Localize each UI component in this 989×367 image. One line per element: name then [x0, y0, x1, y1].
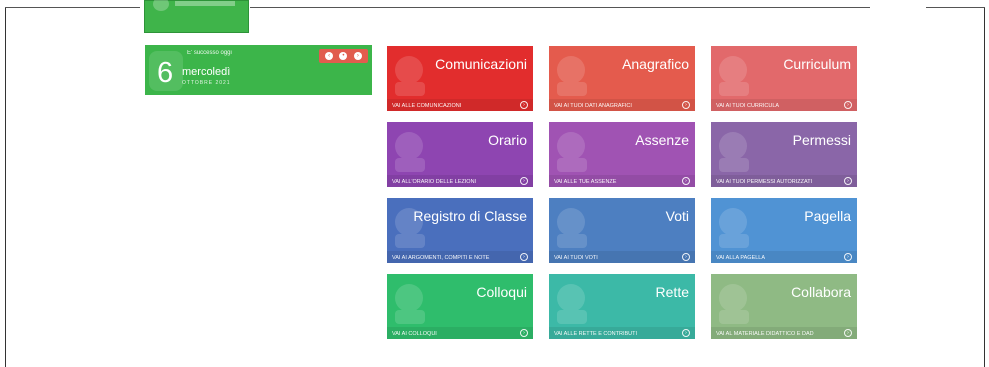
arrow-right-icon[interactable]: ›	[682, 253, 690, 261]
tile-title: Colloqui	[476, 284, 527, 300]
day-number: 6	[157, 57, 174, 89]
date-nav: ‹ • ›	[319, 49, 368, 63]
tile-link[interactable]: VAI ALLE COMUNICAZIONI	[392, 103, 461, 109]
tile-title: Voti	[665, 208, 689, 224]
tile-title: Collabora	[791, 284, 851, 300]
tile-link[interactable]: VAI AL MATERIALE DIDATTICO E DAD	[716, 331, 814, 337]
weekday-label: mercoledì	[182, 66, 231, 78]
prev-day-button[interactable]: ‹	[325, 52, 334, 60]
arrow-right-icon[interactable]: ›	[844, 253, 852, 261]
tile-curriculum[interactable]: Curriculum VAI AI TUOI CURRICULA ›	[711, 46, 857, 111]
tile-assenze[interactable]: Assenze VAI ALLE TUE ASSENZE ›	[549, 122, 695, 187]
chat-icon	[391, 280, 439, 326]
arrow-right-icon[interactable]: ›	[682, 329, 690, 337]
arrow-right-icon[interactable]: ›	[682, 177, 690, 185]
today-button[interactable]: •	[339, 52, 348, 60]
tile-link[interactable]: VAI AI TUOI DATI ANAGRAFICI	[554, 103, 632, 109]
tile-pagella[interactable]: Pagella VAI ALLA PAGELLA ›	[711, 198, 857, 263]
top-green-banner[interactable]	[144, 0, 249, 33]
arrow-right-icon[interactable]: ›	[844, 329, 852, 337]
megaphone-icon	[391, 52, 439, 98]
right-border	[984, 7, 985, 367]
coins-icon	[553, 280, 601, 326]
top-rule-right	[926, 7, 985, 8]
tile-comunicazioni[interactable]: Comunicazioni VAI ALLE COMUNICAZIONI ›	[387, 46, 533, 111]
tile-title: Anagrafico	[622, 56, 689, 72]
clock-icon	[391, 128, 439, 174]
permit-icon	[715, 128, 763, 174]
next-day-button[interactable]: ›	[353, 52, 362, 60]
list-icon	[715, 52, 763, 98]
tile-registro-di-classe[interactable]: Registro di Classe VAI AI ARGOMENTI, COMP…	[387, 198, 533, 263]
tile-rette[interactable]: Rette VAI ALLE RETTE E CONTRIBUTI ›	[549, 274, 695, 339]
tile-link[interactable]: VAI ALLE RETTE E CONTRIBUTI	[554, 331, 637, 337]
tile-link[interactable]: VAI ALLE TUE ASSENZE	[554, 179, 616, 185]
tile-link[interactable]: VAI ALL'ORARIO DELLE LEZIONI	[392, 179, 476, 185]
tile-colloqui[interactable]: Colloqui VAI AI COLLOQUI ›	[387, 274, 533, 339]
absence-icon	[553, 128, 601, 174]
arrow-right-icon[interactable]: ›	[520, 101, 528, 109]
top-rule-left	[5, 7, 140, 8]
left-border	[5, 7, 6, 367]
tile-title: Assenze	[635, 132, 689, 148]
tile-link[interactable]: VAI AI TUOI VOTI	[554, 255, 598, 261]
arrow-right-icon[interactable]: ›	[682, 101, 690, 109]
document-icon	[715, 204, 763, 250]
tile-permessi[interactable]: Permessi VAI AI TUOI PERMESSI AUTORIZZATI…	[711, 122, 857, 187]
tile-title: Registro di Classe	[413, 208, 527, 224]
tile-link[interactable]: VAI ALLA PAGELLA	[716, 255, 765, 261]
tile-title: Permessi	[792, 132, 851, 148]
tile-voti[interactable]: Voti VAI AI TUOI VOTI ›	[549, 198, 695, 263]
tile-collabora[interactable]: Collabora VAI AL MATERIALE DIDATTICO E DA…	[711, 274, 857, 339]
arrow-right-icon[interactable]: ›	[520, 253, 528, 261]
arrow-right-icon[interactable]: ›	[520, 177, 528, 185]
today-caption: E' successo oggi	[187, 50, 232, 56]
banner-icon	[153, 0, 169, 11]
tile-link[interactable]: VAI AI COLLOQUI	[392, 331, 437, 337]
tile-title: Comunicazioni	[435, 56, 527, 72]
arrow-right-icon[interactable]: ›	[844, 177, 852, 185]
tile-title: Pagella	[804, 208, 851, 224]
user-icon	[553, 52, 601, 98]
arrow-right-icon[interactable]: ›	[520, 329, 528, 337]
tile-title: Orario	[488, 132, 527, 148]
tile-title: Curriculum	[783, 56, 851, 72]
puzzle-icon	[715, 280, 763, 326]
banner-text-placeholder	[175, 1, 235, 6]
tile-link[interactable]: VAI AI ARGOMENTI, COMPITI E NOTE	[392, 255, 489, 261]
tile-anagrafico[interactable]: Anagrafico VAI AI TUOI DATI ANAGRAFICI ›	[549, 46, 695, 111]
grade-icon	[553, 204, 601, 250]
arrow-right-icon[interactable]: ›	[844, 101, 852, 109]
tile-orario[interactable]: Orario VAI ALL'ORARIO DELLE LEZIONI ›	[387, 122, 533, 187]
tile-link[interactable]: VAI AI TUOI CURRICULA	[716, 103, 779, 109]
tile-link[interactable]: VAI AI TUOI PERMESSI AUTORIZZATI	[716, 179, 812, 185]
today-date-widget: E' successo oggi 6 mercoledì OTTOBRE 202…	[145, 45, 372, 95]
top-rule-middle	[250, 7, 870, 8]
month-year-label: OTTOBRE 2021	[182, 80, 231, 86]
tile-title: Rette	[655, 284, 689, 300]
